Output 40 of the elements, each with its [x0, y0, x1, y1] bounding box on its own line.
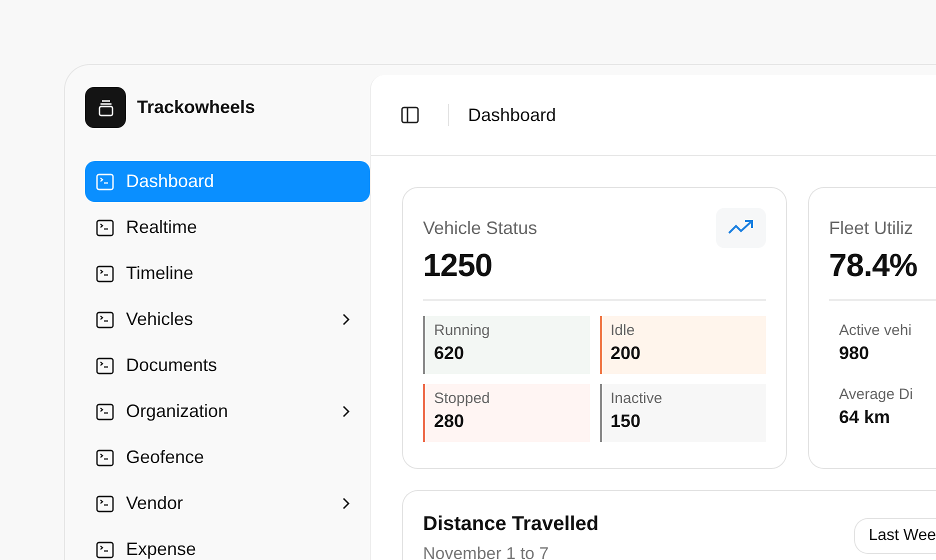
page-title: Dashboard: [468, 104, 556, 126]
stat-label: Active vehi: [839, 322, 913, 339]
card-title: Vehicle Status: [423, 218, 538, 239]
terminal-icon: [96, 402, 114, 420]
tile-label: Stopped: [434, 390, 491, 407]
sidebar-item[interactable]: Realtime: [85, 207, 370, 248]
terminal-icon: [96, 310, 114, 328]
stat-value: 64 km: [839, 407, 892, 428]
tile-value: 200: [610, 343, 642, 364]
date-range-text: November 1 to 7: [423, 544, 550, 560]
utilization-value: 78.4%: [829, 247, 918, 284]
tile-value: 150: [610, 411, 642, 432]
sidebar-item[interactable]: Timeline: [85, 253, 370, 294]
vehicle-count: 1250: [423, 247, 494, 284]
sidebar-item[interactable]: Expense: [85, 529, 370, 560]
card-title: Fleet Utiliz: [829, 218, 914, 239]
sidebar-item[interactable]: Organization: [85, 391, 370, 432]
sidebar-item[interactable]: Vehicles: [85, 299, 370, 340]
tile-label: Inactive: [610, 390, 664, 407]
terminal-icon: [96, 448, 114, 466]
card-title: Distance Travelled: [423, 513, 599, 536]
terminal-icon: [96, 356, 114, 374]
terminal-icon: [96, 540, 114, 558]
terminal-icon: [96, 218, 114, 236]
stat-value: 980: [839, 343, 870, 364]
range-button[interactable]: Last Wee: [854, 518, 936, 554]
logo-icon: [85, 87, 126, 128]
trend-up-icon: [716, 208, 766, 248]
sidebar-item[interactable]: Geofence: [85, 437, 370, 478]
terminal-icon: [96, 172, 114, 190]
tile-value: 620: [434, 343, 466, 364]
terminal-icon: [96, 264, 114, 282]
tile-value: 280: [434, 411, 466, 432]
tile-label: Running: [434, 322, 491, 339]
terminal-icon: [96, 494, 114, 512]
tile-label: Idle: [610, 322, 636, 339]
stat-label: Average Di: [839, 386, 914, 403]
sidebar-item[interactable]: Vendor: [85, 483, 370, 524]
sidebar-item[interactable]: Documents: [85, 345, 370, 386]
brand-name: Trackowheels: [137, 97, 256, 118]
